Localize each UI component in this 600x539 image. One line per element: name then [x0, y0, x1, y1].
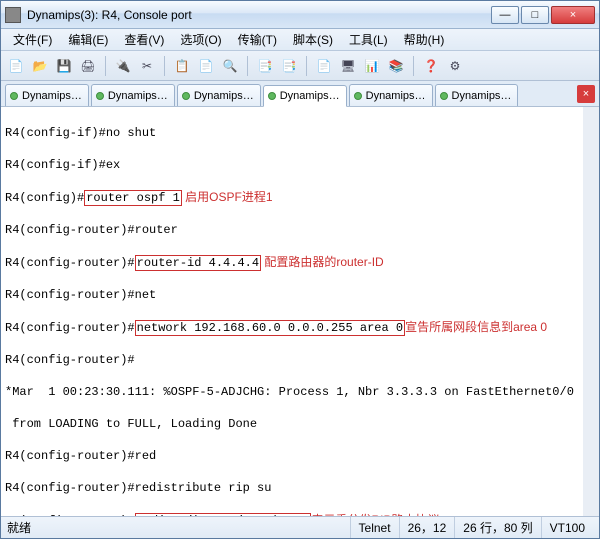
toolbar-chart-icon[interactable]: 📊: [361, 55, 383, 77]
close-button[interactable]: ×: [551, 6, 595, 24]
toolbar-find-icon[interactable]: 🔍: [219, 55, 241, 77]
toolbar-session-icon[interactable]: 📑: [254, 55, 276, 77]
toolbar-copy-icon[interactable]: 📋: [171, 55, 193, 77]
annotation: 启用OSPF进程1: [182, 190, 273, 204]
terminal-line: R4(config-router)#red: [5, 448, 579, 464]
terminal-line: R4(config)#router ospf 1 启用OSPF进程1: [5, 189, 579, 206]
toolbar-separator: [247, 56, 248, 76]
highlighted-cmd: redistribute rip subnets: [135, 513, 312, 516]
toolbar-separator: [306, 56, 307, 76]
window-title: Dynamips(3): R4, Console port: [27, 8, 491, 22]
terminal-line: R4(config-if)#ex: [5, 157, 579, 173]
session-tab-active[interactable]: Dynamips…: [263, 85, 347, 107]
status-dot-icon: [182, 92, 190, 100]
status-dot-icon: [268, 92, 276, 100]
terminal-line: R4(config-if)#no shut: [5, 125, 579, 141]
session-tab[interactable]: Dynamips…: [177, 84, 261, 106]
toolbar-separator: [105, 56, 106, 76]
status-dot-icon: [354, 92, 362, 100]
tab-label: Dynamips…: [366, 90, 426, 102]
annotation: 表示重分发RIP路由协议: [311, 513, 439, 516]
toolbar-print-icon[interactable]: 🖨: [77, 55, 99, 77]
status-cursor-pos: 26，12: [399, 517, 455, 538]
annotation: 宣告所属网段信息到area 0: [405, 320, 547, 334]
menu-tool[interactable]: 工具(L): [343, 29, 394, 50]
terminal-line: R4(config-router)#redistribute rip su: [5, 480, 579, 496]
annotation: 配置路由器的router-ID: [261, 255, 384, 269]
toolbar-help-icon[interactable]: ❓: [420, 55, 442, 77]
terminal-line: R4(config-router)#network 192.168.60.0 0…: [5, 319, 579, 336]
terminal-line: from LOADING to FULL, Loading Done: [5, 416, 579, 432]
toolbar-log-icon[interactable]: 📄: [313, 55, 335, 77]
status-protocol: Telnet: [350, 517, 399, 538]
terminal-line: R4(config-router)#: [5, 352, 579, 368]
status-size: 26 行，80 列: [454, 517, 540, 538]
tab-label: Dynamips…: [194, 90, 254, 102]
title-bar: Dynamips(3): R4, Console port — □ ×: [1, 1, 599, 29]
status-ready: 就绪: [7, 517, 39, 538]
toolbar: 📄 📂 💾 🖨 🔌 ✂ 📋 📄 🔍 📑 📑 📄 🖥 📊 📚 ❓ ⚙: [1, 51, 599, 81]
session-tab[interactable]: Dynamips…: [349, 84, 433, 106]
menu-help[interactable]: 帮助(H): [398, 29, 451, 50]
menu-edit[interactable]: 编辑(E): [62, 29, 114, 50]
highlighted-cmd: router-id 4.4.4.4: [135, 255, 261, 271]
terminal-output[interactable]: R4(config-if)#no shut R4(config-if)#ex R…: [1, 107, 599, 516]
terminal-line: R4(config-router)#router-id 4.4.4.4 配置路由…: [5, 254, 579, 271]
menu-file[interactable]: 文件(F): [7, 29, 58, 50]
session-tab[interactable]: Dynamips…: [5, 84, 89, 106]
terminal-line: R4(config-router)#net: [5, 287, 579, 303]
menu-option[interactable]: 选项(O): [174, 29, 227, 50]
terminal-line: R4(config-router)#router: [5, 222, 579, 238]
status-bar: 就绪 Telnet 26，12 26 行，80 列 VT100: [1, 516, 599, 538]
toolbar-connect-icon[interactable]: 🔌: [112, 55, 134, 77]
session-tab[interactable]: Dynamips…: [91, 84, 175, 106]
toolbar-save-icon[interactable]: 💾: [53, 55, 75, 77]
terminal-line: R4(config-router)#redistribute rip subne…: [5, 512, 579, 516]
toolbar-separator: [164, 56, 165, 76]
toolbar-separator: [413, 56, 414, 76]
window-buttons: — □ ×: [491, 6, 595, 24]
menu-bar: 文件(F) 编辑(E) 查看(V) 选项(O) 传输(T) 脚本(S) 工具(L…: [1, 29, 599, 51]
toolbar-sessions-icon[interactable]: 📑: [278, 55, 300, 77]
highlighted-cmd: network 192.168.60.0 0.0.0.255 area 0: [135, 320, 405, 336]
tab-label: Dynamips…: [108, 90, 168, 102]
close-tab-icon[interactable]: ×: [577, 85, 595, 103]
maximize-button[interactable]: □: [521, 6, 549, 24]
highlighted-cmd: router ospf 1: [84, 190, 182, 206]
menu-script[interactable]: 脚本(S): [287, 29, 339, 50]
toolbar-library-icon[interactable]: 📚: [385, 55, 407, 77]
status-dot-icon: [440, 92, 448, 100]
toolbar-settings-icon[interactable]: ⚙: [444, 55, 466, 77]
toolbar-disconnect-icon[interactable]: ✂: [136, 55, 158, 77]
tab-strip: Dynamips… Dynamips… Dynamips… Dynamips… …: [1, 81, 599, 107]
menu-view[interactable]: 查看(V): [118, 29, 170, 50]
toolbar-terminal-icon[interactable]: 🖥: [337, 55, 359, 77]
app-icon: [5, 7, 21, 23]
status-dot-icon: [96, 92, 104, 100]
toolbar-new-icon[interactable]: 📄: [5, 55, 27, 77]
toolbar-open-icon[interactable]: 📂: [29, 55, 51, 77]
tab-label: Dynamips…: [22, 90, 82, 102]
menu-transfer[interactable]: 传输(T): [232, 29, 283, 50]
status-mode: VT100: [541, 517, 593, 538]
status-dot-icon: [10, 92, 18, 100]
terminal-line: *Mar 1 00:23:30.111: %OSPF-5-ADJCHG: Pro…: [5, 384, 579, 400]
minimize-button[interactable]: —: [491, 6, 519, 24]
toolbar-paste-icon[interactable]: 📄: [195, 55, 217, 77]
session-tab[interactable]: Dynamips…: [435, 84, 519, 106]
tab-label: Dynamips…: [280, 90, 340, 102]
tab-label: Dynamips…: [452, 90, 512, 102]
